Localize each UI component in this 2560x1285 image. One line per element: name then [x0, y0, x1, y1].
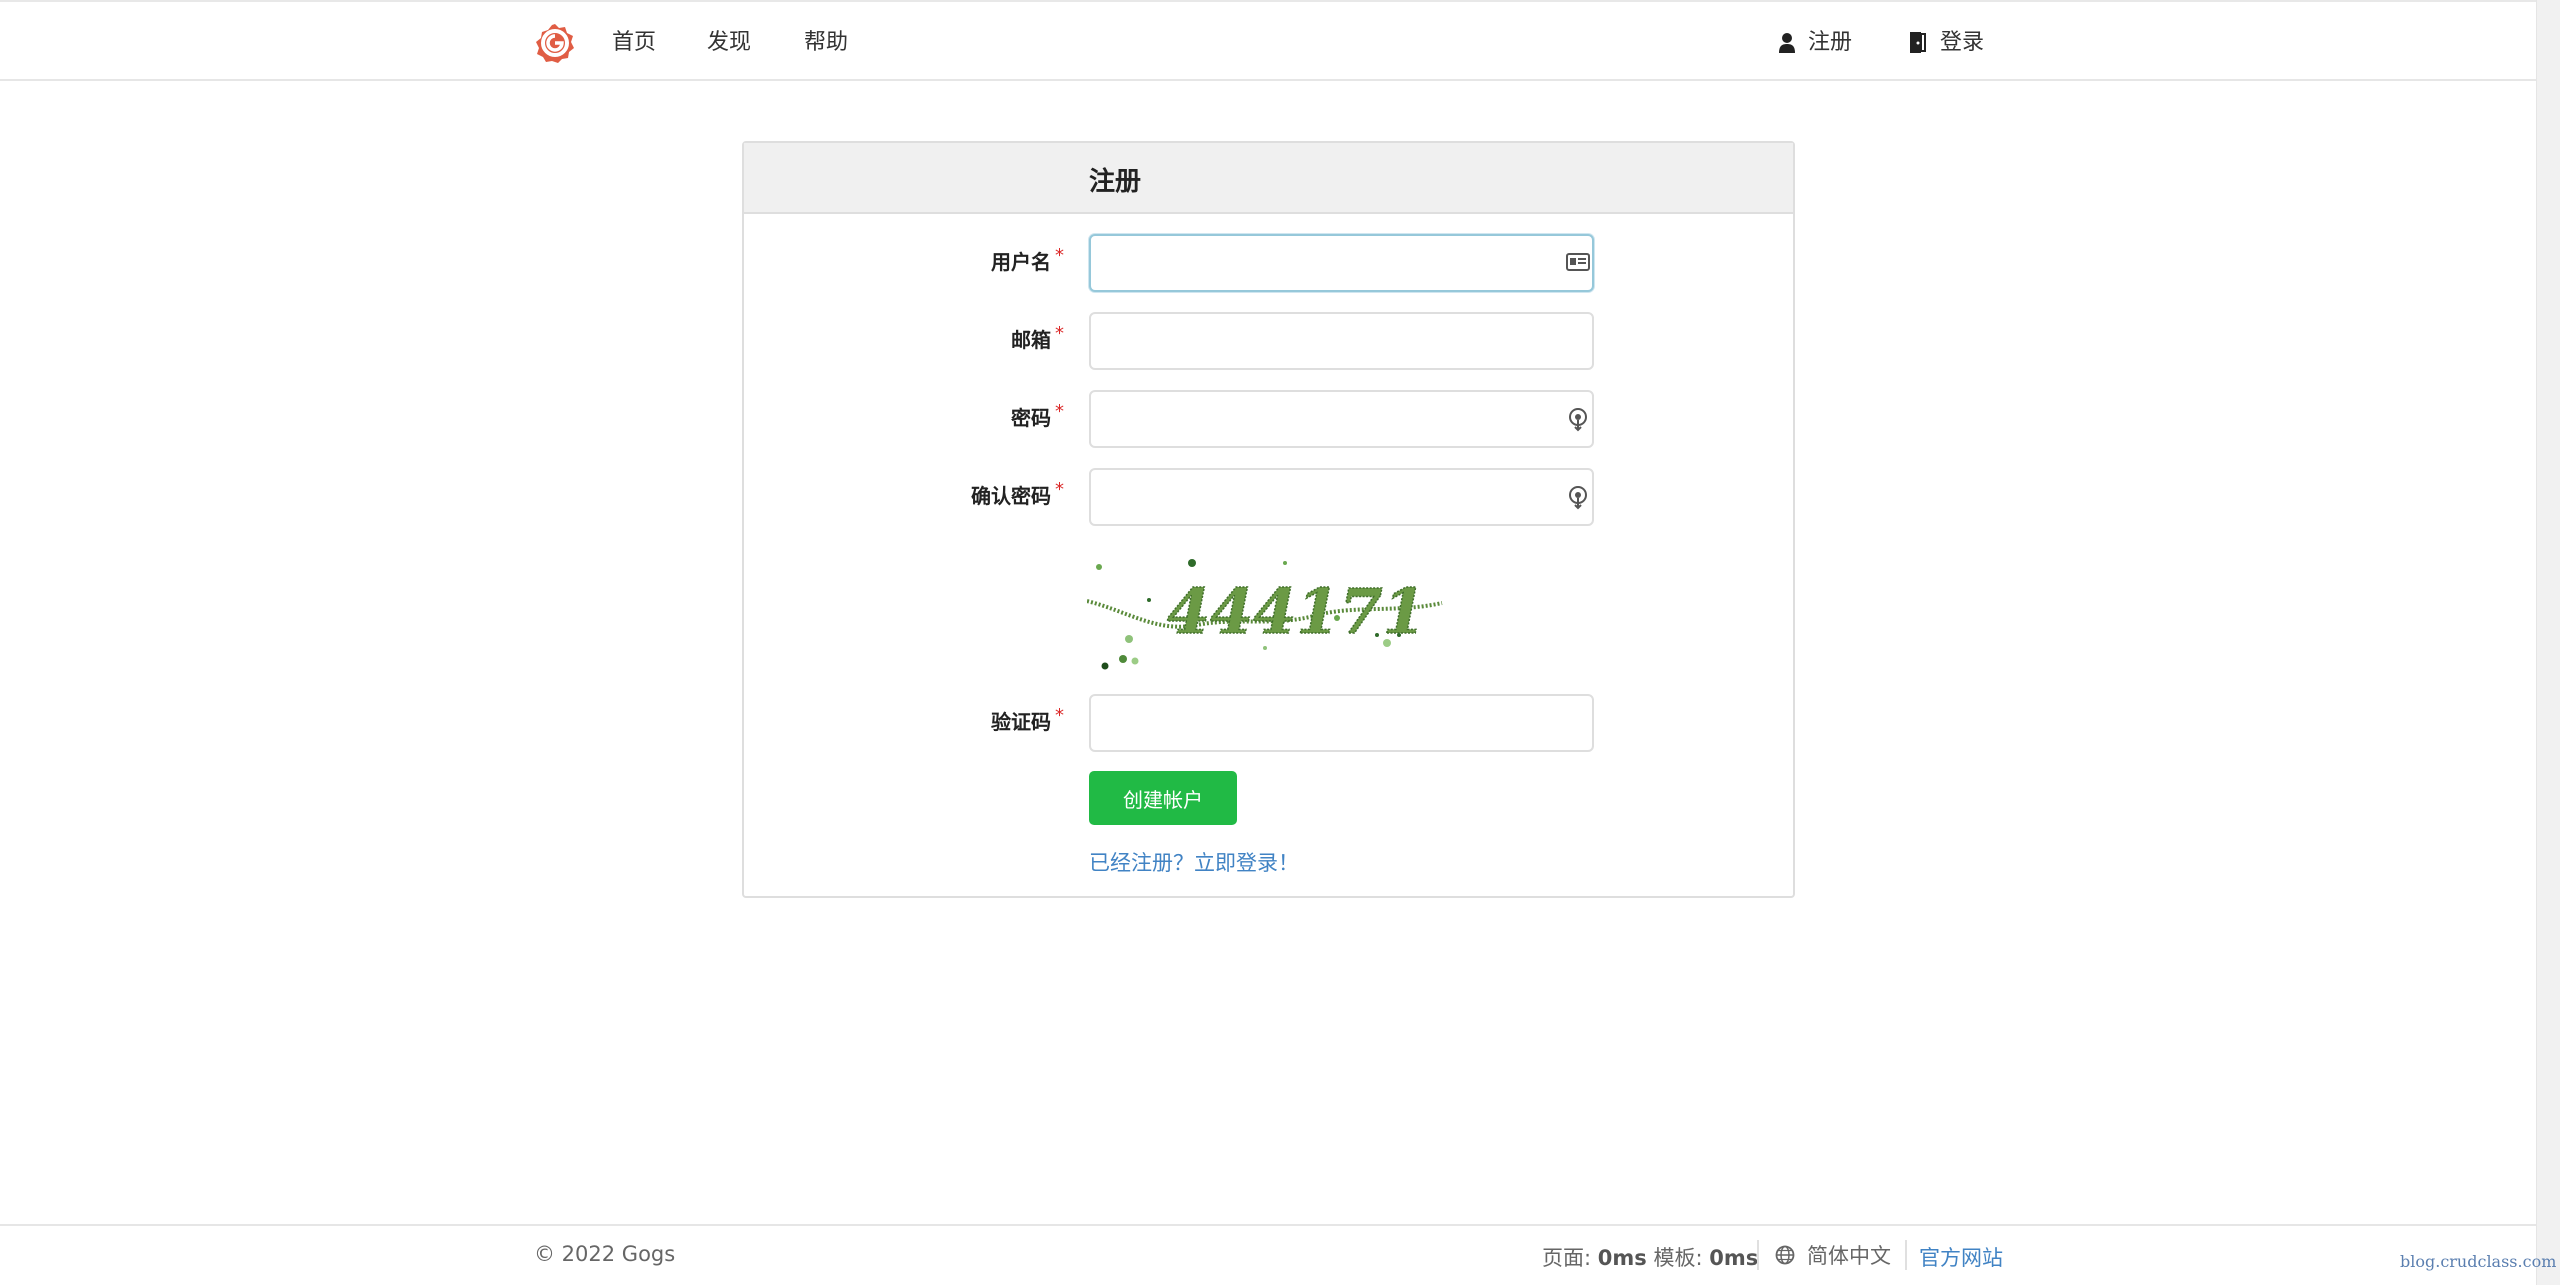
password-label: 密码 *: [1011, 401, 1064, 430]
email-input[interactable]: [1089, 312, 1594, 370]
language-selector[interactable]: 简体中文: [1775, 1240, 1891, 1270]
official-site-link[interactable]: 官方网站: [1919, 1242, 2003, 1272]
key-icon: [1569, 486, 1587, 510]
language-label: 简体中文: [1807, 1244, 1891, 1268]
render-timing: 页面: 0ms 模板: 0ms: [1542, 1246, 1759, 1270]
password-input[interactable]: [1089, 390, 1594, 448]
nav-home-link[interactable]: 首页: [612, 28, 656, 58]
footer-divider: [1757, 1240, 1759, 1270]
form-title: 注册: [1089, 167, 1142, 197]
required-mark: *: [1055, 323, 1064, 344]
login-now-link[interactable]: 已经注册？立即登录！: [1089, 847, 1299, 877]
key-icon: [1569, 408, 1587, 432]
email-label: 邮箱 *: [1011, 323, 1064, 352]
nav-register-link[interactable]: 注册: [1778, 28, 1852, 58]
required-mark: *: [1055, 705, 1064, 726]
captcha-image[interactable]: 444171: [1087, 553, 1447, 675]
username-label: 用户名 *: [991, 245, 1064, 274]
user-icon: [1779, 33, 1795, 53]
confirm-password-label: 确认密码 *: [971, 479, 1064, 508]
nav-register-label: 注册: [1808, 30, 1853, 55]
captcha-label: 验证码 *: [991, 705, 1064, 734]
gogs-logo-icon[interactable]: [534, 22, 576, 64]
required-mark: *: [1055, 245, 1064, 266]
create-account-button[interactable]: 创建帐户: [1089, 771, 1237, 825]
id-card-icon: [1566, 253, 1590, 271]
top-navbar: 首页 发现 帮助 注册 登录: [0, 0, 2536, 81]
username-input[interactable]: [1089, 234, 1594, 292]
page-footer: © 2022 Gogs 页面: 0ms 模板: 0ms 简体中文 官方网站: [0, 1224, 2536, 1285]
confirm-password-input[interactable]: [1089, 468, 1594, 526]
required-mark: *: [1055, 479, 1064, 500]
captcha-text: 444171: [1167, 575, 1426, 648]
copyright-text: © 2022 Gogs: [534, 1242, 676, 1266]
watermark-text: blog.crudclass.com: [2400, 1252, 2557, 1271]
form-header: 注册: [744, 143, 1793, 214]
nav-login-label: 登录: [1940, 30, 1985, 55]
captcha-input[interactable]: [1089, 694, 1594, 752]
globe-icon: [1775, 1245, 1795, 1265]
sign-in-icon: [1910, 32, 1926, 53]
required-mark: *: [1055, 401, 1064, 422]
nav-login-link[interactable]: 登录: [1908, 28, 1984, 58]
nav-explore-link[interactable]: 发现: [707, 28, 751, 58]
signup-form: 注册 用户名 * 邮箱 * 密码 * 确认密码 * 444171 验证码 * 创…: [742, 141, 1795, 898]
vertical-scrollbar[interactable]: [2536, 0, 2560, 1285]
nav-help-link[interactable]: 帮助: [804, 28, 848, 58]
footer-divider: [1905, 1240, 1907, 1270]
